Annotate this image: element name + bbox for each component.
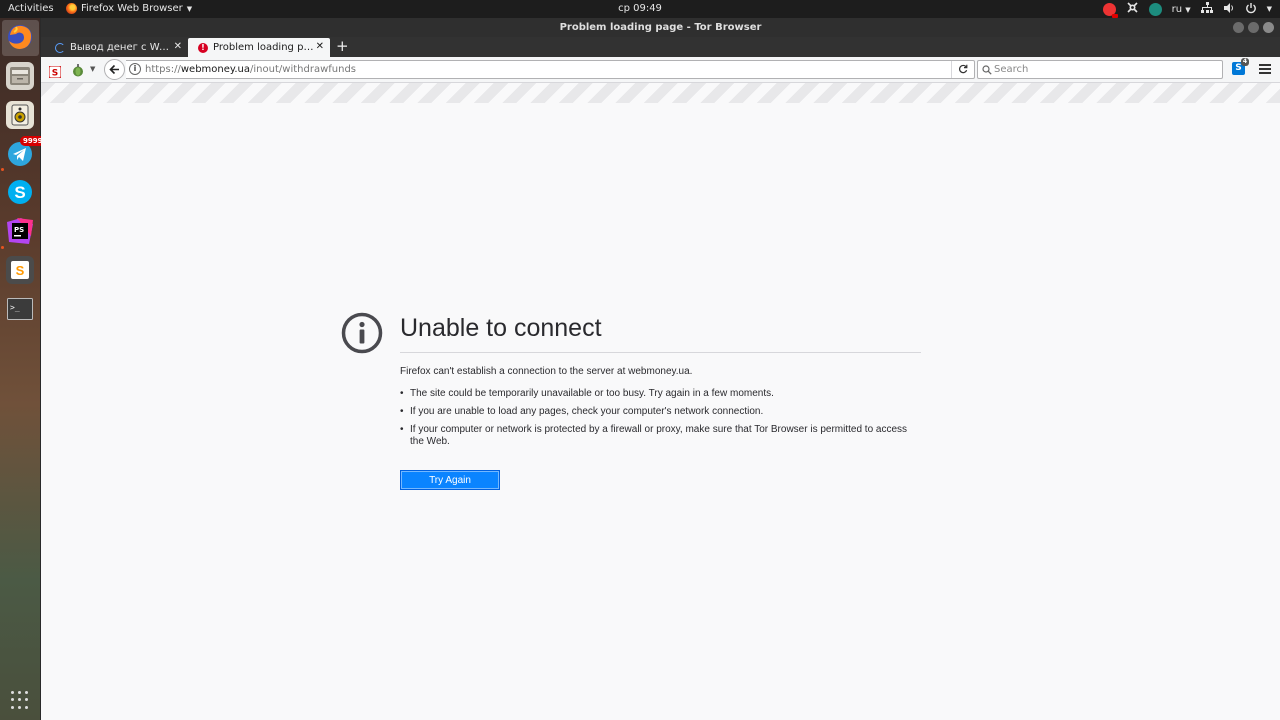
title-divider [400, 352, 921, 353]
dock-item-sublime-text[interactable]: S [6, 256, 34, 284]
url-path: /inout/withdrawfunds [250, 64, 356, 75]
network-icon[interactable] [1200, 1, 1213, 17]
power-icon[interactable] [1245, 2, 1257, 17]
hamburger-menu-icon[interactable] [1259, 64, 1271, 74]
system-tray: ru ▼ ▼ [1102, 1, 1272, 18]
dock-item-terminal[interactable]: >_ [6, 295, 34, 323]
chevron-down-icon: ▼ [1185, 5, 1191, 14]
tab-strip: Вывод денег с Web… ✕ ! Problem loading p… [41, 37, 1280, 57]
error-title: Unable to connect [400, 314, 602, 342]
close-window-button[interactable] [1263, 22, 1274, 33]
navigation-toolbar: S ▼ i https://webmoney.ua/inout/withdraw… [41, 57, 1280, 83]
dock-item-rhythmbox[interactable] [6, 101, 34, 129]
clock[interactable]: ср 09:49 [618, 3, 662, 14]
back-button[interactable] [104, 59, 125, 80]
loading-spinner-icon [55, 42, 65, 53]
svg-text:PS: PS [14, 226, 24, 234]
search-icon [982, 61, 992, 81]
search-bar[interactable] [977, 60, 1223, 79]
app-menu-label: Firefox Web Browser [81, 3, 183, 14]
volume-icon[interactable] [1223, 2, 1235, 17]
file-manager-icon [10, 67, 30, 85]
yandex-disk-icon[interactable] [1102, 2, 1118, 18]
chevron-down-icon[interactable]: ▼ [1267, 5, 1272, 13]
url-host: webmoney.ua [180, 64, 251, 75]
dock-item-files[interactable] [6, 62, 34, 90]
dock-item-firefox[interactable] [6, 23, 34, 51]
window-controls [1233, 22, 1274, 33]
running-indicator [1, 168, 4, 171]
puzzle-settings-icon[interactable] [1126, 1, 1139, 17]
extension-badge: 4 [1240, 58, 1249, 66]
chevron-down-icon: ▼ [186, 4, 193, 13]
dock-item-telegram[interactable]: 9999 [6, 136, 46, 168]
error-stripe-banner [41, 83, 1280, 103]
tab-problem-loading[interactable]: ! Problem loading page ✕ [188, 38, 330, 57]
tab-title: Problem loading page [213, 42, 317, 53]
url-scheme: https:// [145, 64, 181, 75]
list-item: If you are unable to load any pages, che… [400, 406, 921, 418]
window-title: Problem loading page - Tor Browser [559, 22, 762, 33]
phpstorm-icon: PS [7, 218, 33, 244]
error-description: Firefox can't establish a connection to … [400, 366, 921, 454]
gnome-top-bar: Activities Firefox Web Browser ▼ ср 09:4… [0, 0, 1280, 18]
error-suggestion-list: The site could be temporarily unavailabl… [400, 388, 921, 448]
app-menu[interactable]: Firefox Web Browser ▼ [66, 3, 192, 14]
info-icon [341, 312, 383, 354]
list-item: The site could be temporarily unavailabl… [400, 388, 921, 400]
new-tab-button[interactable]: + [336, 38, 349, 55]
back-arrow-icon [109, 64, 119, 75]
indicator-icon[interactable] [1148, 2, 1162, 16]
search-input[interactable] [994, 62, 1216, 77]
site-info-icon[interactable]: i [129, 63, 141, 75]
tab-webmoney[interactable]: Вывод денег с Web… ✕ [41, 38, 188, 57]
chevron-down-icon[interactable]: ▼ [90, 65, 95, 73]
list-item: If your computer or network is protected… [400, 424, 921, 448]
maximize-button[interactable] [1248, 22, 1259, 33]
speaker-icon [11, 104, 29, 126]
browser-window: Problem loading page - Tor Browser Вывод… [41, 18, 1280, 720]
skype-icon: S [8, 180, 32, 204]
firefox-icon [66, 3, 77, 14]
ubuntu-dock: 9999 S PS S >_ [0, 18, 46, 720]
skype-extension-icon[interactable]: S4 [1232, 58, 1249, 75]
activities-button[interactable]: Activities [8, 3, 54, 14]
close-tab-icon[interactable]: ✕ [174, 41, 182, 52]
url-text[interactable]: https://webmoney.ua/inout/withdrawfunds [145, 61, 356, 78]
tab-title: Вывод денег с Web… [70, 42, 174, 53]
running-indicator [1, 246, 4, 249]
sublime-text-icon: S [11, 261, 29, 279]
terminal-icon: >_ [7, 298, 33, 320]
minimize-button[interactable] [1233, 22, 1244, 33]
error-lead: Firefox can't establish a connection to … [400, 366, 693, 377]
dock-item-skype[interactable]: S [6, 178, 34, 206]
svg-text:S: S [14, 183, 25, 202]
try-again-button[interactable]: Try Again [400, 470, 500, 490]
dock-item-phpstorm[interactable]: PS [6, 217, 34, 245]
language-indicator[interactable]: ru ▼ [1172, 4, 1191, 15]
svg-text:S: S [16, 263, 25, 278]
close-tab-icon[interactable]: ✕ [316, 41, 324, 52]
svg-text:S: S [52, 69, 58, 79]
show-applications-icon[interactable] [11, 691, 29, 709]
tor-onion-icon[interactable] [72, 62, 84, 81]
error-warning-icon: ! [198, 42, 208, 53]
reload-button[interactable] [951, 61, 974, 78]
firefox-icon [8, 25, 32, 49]
window-titlebar[interactable]: Problem loading page - Tor Browser [41, 18, 1280, 37]
svg-text:>_: >_ [10, 303, 20, 312]
url-bar[interactable]: i https://webmoney.ua/inout/withdrawfund… [126, 60, 975, 79]
s-extension-icon[interactable]: S [48, 63, 62, 82]
reload-icon [959, 64, 968, 74]
